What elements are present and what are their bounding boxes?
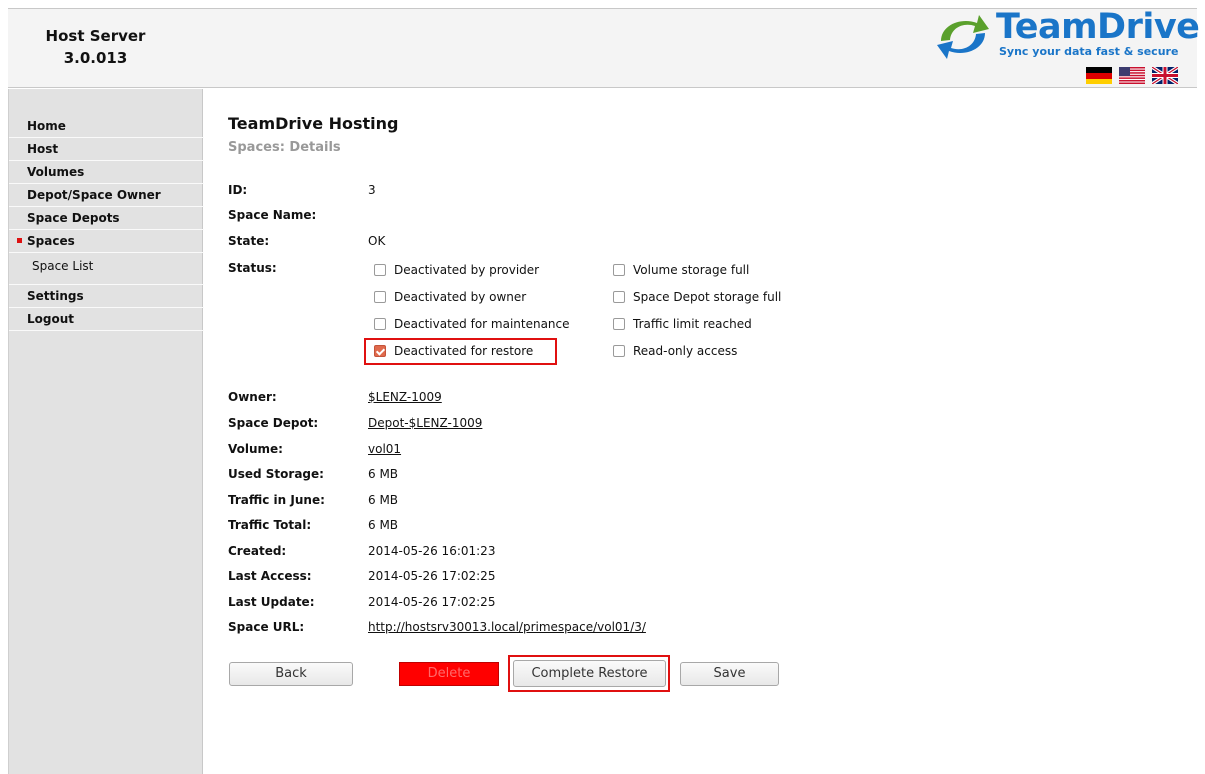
checkbox-label: Deactivated for maintenance — [394, 317, 570, 331]
used-storage-value: 6 MB — [368, 467, 399, 481]
checkbox-space-depot-storage-full[interactable]: Space Depot storage full — [613, 290, 781, 304]
checkbox-box[interactable] — [374, 263, 386, 276]
sidebar-item-label: Home — [27, 119, 66, 133]
active-bullet-icon — [17, 238, 22, 243]
space-url-link[interactable]: http://hostsrv30013.local/primespace/vol… — [368, 620, 646, 634]
product-name: Host Server — [45, 27, 146, 45]
checkbox-label: Volume storage full — [633, 263, 750, 277]
checkbox-deactivated-by-owner[interactable]: Deactivated by owner — [374, 290, 526, 304]
sidebar-item-settings[interactable]: Settings — [9, 285, 204, 308]
uk-flag-icon[interactable] — [1151, 65, 1179, 86]
sidebar-item-label: Host — [27, 142, 59, 156]
checkbox-box[interactable] — [613, 290, 625, 303]
sidebar-nav: Home Host Volumes Depot/Space Owner Spac… — [8, 89, 204, 774]
sidebar-item-host[interactable]: Host — [9, 138, 204, 161]
traffic-month-value: 6 MB — [368, 493, 399, 507]
version-number: 3.0.013 — [63, 49, 128, 67]
checkbox-box[interactable] — [374, 317, 386, 330]
sidebar-item-label: Volumes — [27, 165, 85, 179]
space-name-label: Space Name: — [228, 208, 317, 222]
checkbox-deactivated-by-provider[interactable]: Deactivated by provider — [374, 263, 539, 277]
page-subtitle: Spaces: Details — [228, 140, 341, 155]
volume-label: Volume: — [228, 442, 283, 456]
sidebar-item-logout[interactable]: Logout — [9, 308, 204, 331]
sidebar-item-space-depots[interactable]: Space Depots — [9, 207, 204, 230]
logo-wordmark: TeamDrive — [996, 7, 1200, 47]
traffic-month-label: Traffic in June: — [228, 493, 325, 507]
last-update-value: 2014-05-26 17:02:25 — [368, 595, 496, 609]
space-depot-label: Space Depot: — [228, 416, 319, 430]
sidebar-item-home[interactable]: Home — [9, 115, 204, 138]
sidebar-item-label: Settings — [27, 289, 84, 303]
created-label: Created: — [228, 544, 287, 558]
state-label: State: — [228, 234, 270, 248]
language-flags — [1086, 65, 1186, 86]
last-update-label: Last Update: — [228, 595, 315, 609]
sidebar-item-label: Spaces — [27, 234, 75, 248]
sidebar-item-volumes[interactable]: Volumes — [9, 161, 204, 184]
space-depot-link[interactable]: Depot-$LENZ-1009 — [368, 416, 482, 430]
space-url-label: Space URL: — [228, 620, 305, 634]
created-value: 2014-05-26 16:01:23 — [368, 544, 496, 558]
checkbox-label: Deactivated by provider — [394, 263, 540, 277]
logo-tagline: Sync your data fast & secure — [999, 45, 1179, 58]
checkbox-label: Traffic limit reached — [633, 317, 752, 331]
save-button[interactable]: Save — [680, 662, 779, 686]
checkbox-box[interactable] — [374, 290, 386, 303]
sidebar-item-label: Space List — [32, 259, 94, 273]
teamdrive-logo: TeamDrive Sync your data fast & secure — [933, 7, 1200, 61]
used-storage-label: Used Storage: — [228, 467, 324, 481]
checkbox-label: Space Depot storage full — [633, 290, 782, 304]
german-flag-icon[interactable] — [1086, 67, 1112, 84]
sidebar-menu: Home Host Volumes Depot/Space Owner Spac… — [9, 115, 204, 331]
traffic-total-value: 6 MB — [368, 518, 399, 532]
id-value: 3 — [368, 183, 376, 197]
back-button[interactable]: Back — [229, 662, 353, 686]
traffic-total-label: Traffic Total: — [228, 518, 312, 532]
checkbox-read-only-access[interactable]: Read-only access — [613, 344, 737, 358]
last-access-label: Last Access: — [228, 569, 312, 583]
delete-button[interactable]: Delete — [399, 662, 499, 686]
restore-checkbox-highlight — [364, 338, 557, 365]
us-flag-icon[interactable] — [1119, 67, 1145, 84]
checkbox-box[interactable] — [613, 344, 625, 357]
sidebar-item-label: Depot/Space Owner — [27, 188, 161, 202]
app-header: Host Server 3.0.013 TeamDrive Sync your … — [8, 7, 1200, 88]
volume-link[interactable]: vol01 — [368, 442, 401, 456]
sidebar-item-label: Logout — [27, 312, 75, 326]
sidebar-item-label: Space Depots — [27, 211, 120, 225]
checkbox-label: Deactivated by owner — [394, 290, 527, 304]
sync-arrows-icon — [937, 15, 989, 59]
state-value: OK — [368, 234, 386, 248]
sidebar-item-spaces[interactable]: Spaces — [9, 230, 204, 253]
owner-label: Owner: — [228, 390, 277, 404]
complete-restore-highlight — [508, 655, 670, 692]
checkbox-box[interactable] — [613, 263, 625, 276]
owner-link[interactable]: $LENZ-1009 — [368, 390, 442, 404]
checkbox-label: Read-only access — [633, 344, 738, 358]
sidebar-item-depot-space-owner[interactable]: Depot/Space Owner — [9, 184, 204, 207]
checkbox-box[interactable] — [613, 317, 625, 330]
checkbox-traffic-limit-reached[interactable]: Traffic limit reached — [613, 317, 752, 331]
page-title: TeamDrive Hosting — [228, 114, 399, 133]
checkbox-volume-storage-full[interactable]: Volume storage full — [613, 263, 749, 277]
status-label: Status: — [228, 261, 277, 275]
checkbox-deactivated-for-maintenance[interactable]: Deactivated for maintenance — [374, 317, 570, 331]
product-version: Host Server 3.0.013 — [8, 25, 183, 69]
sidebar-item-space-list[interactable]: Space List — [9, 253, 204, 285]
id-label: ID: — [228, 183, 248, 197]
last-access-value: 2014-05-26 17:02:25 — [368, 569, 496, 583]
